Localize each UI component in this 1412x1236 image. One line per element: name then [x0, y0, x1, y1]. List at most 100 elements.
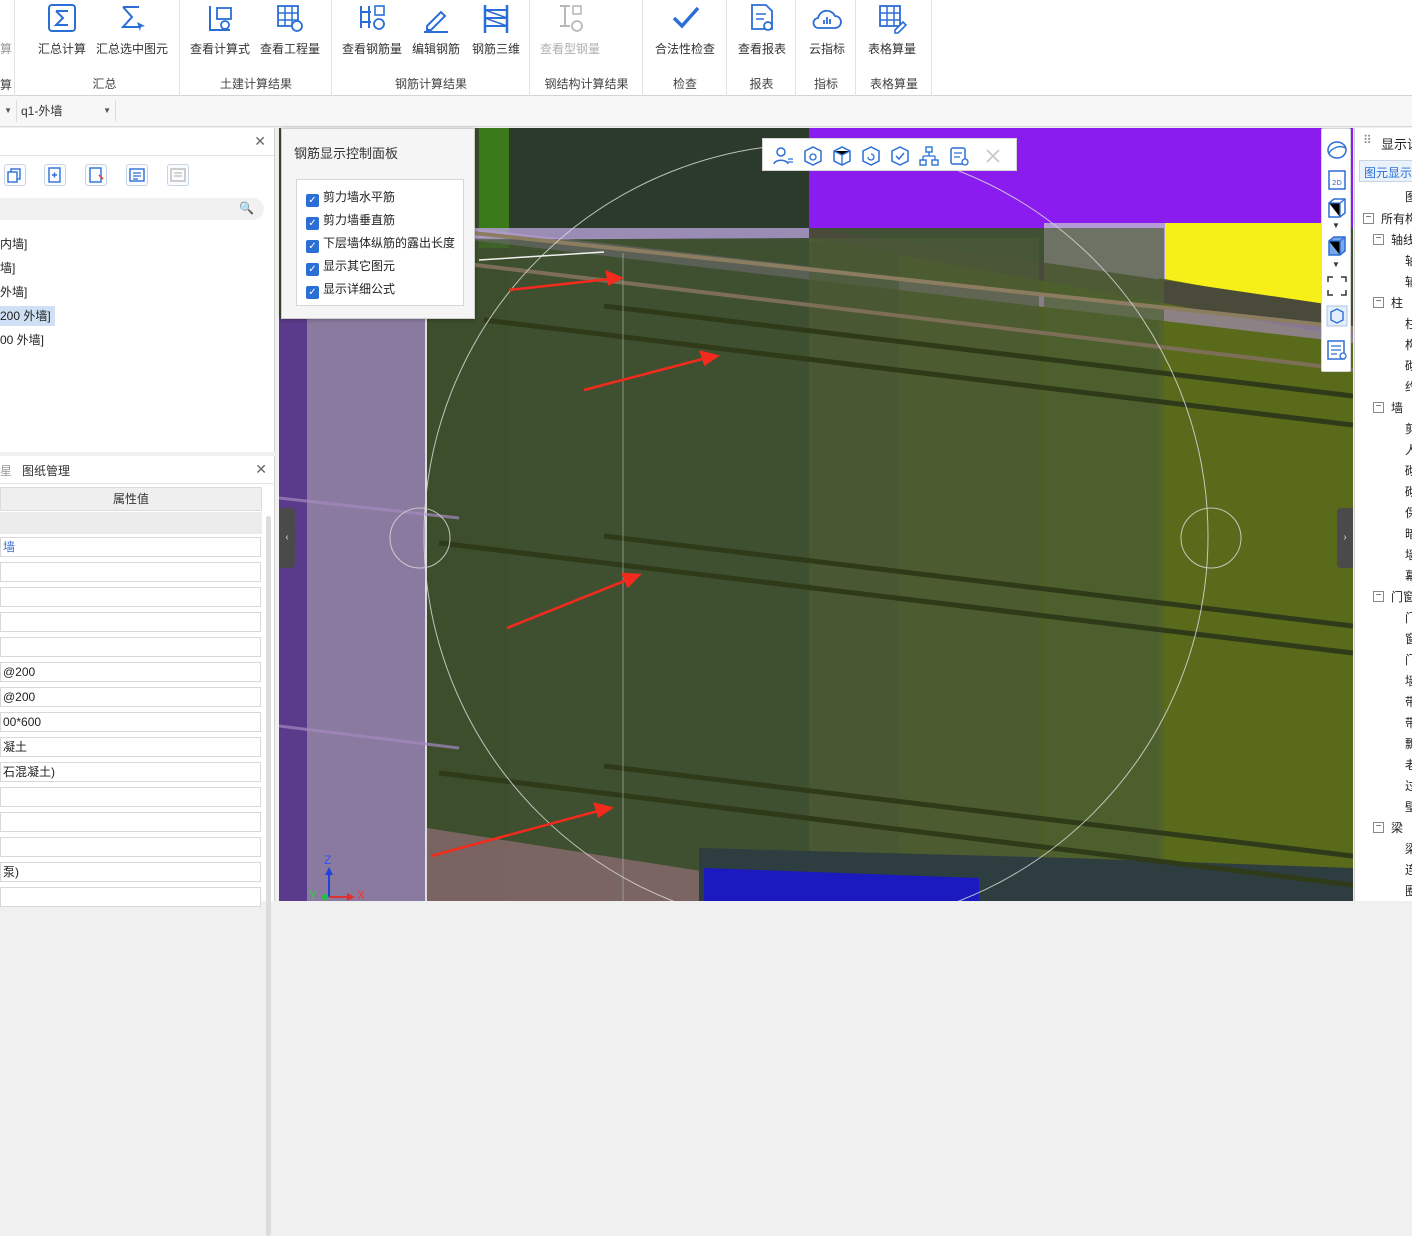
- chevron-down-icon[interactable]: ▼: [1332, 260, 1340, 269]
- display-tree-item[interactable]: 过: [1405, 777, 1412, 794]
- 3d-box-icon[interactable]: [1325, 197, 1349, 219]
- new-component-icon[interactable]: [44, 164, 66, 186]
- display-tree-item[interactable]: 梁: [1391, 819, 1403, 836]
- cloud-index-button[interactable]: 云指标: [799, 2, 855, 64]
- property-value-cell[interactable]: 石混凝土): [0, 762, 261, 782]
- collapse-toggle-icon[interactable]: −: [1373, 822, 1384, 833]
- tab-drawing-management[interactable]: 图纸管理: [22, 462, 70, 479]
- option-show-other-elements[interactable]: ✓ 显示其它图元: [306, 257, 395, 276]
- display-tree-item[interactable]: 墙: [1391, 399, 1403, 416]
- display-tree-item[interactable]: 人: [1405, 441, 1412, 458]
- display-tree-item[interactable]: 带: [1405, 714, 1412, 731]
- collapse-toggle-icon[interactable]: −: [1373, 402, 1384, 413]
- display-tree-item[interactable]: 带: [1405, 693, 1412, 710]
- drag-handle-icon[interactable]: ⠿: [1363, 133, 1372, 147]
- view-formula-button[interactable]: 查看计算式: [187, 2, 253, 64]
- rebar-3d-button[interactable]: 钢筋三维: [467, 2, 525, 64]
- hierarchy-icon[interactable]: [917, 144, 941, 168]
- cube-icon[interactable]: [830, 144, 854, 168]
- checkbox-checked-icon[interactable]: ✓: [306, 263, 319, 276]
- cube-refresh-icon[interactable]: [859, 144, 883, 168]
- property-value-cell[interactable]: 00*600: [0, 712, 261, 732]
- detail-list-icon[interactable]: [167, 164, 189, 186]
- close-icon[interactable]: ✕: [255, 461, 267, 478]
- display-tree-item[interactable]: 柱: [1405, 315, 1412, 332]
- component-settings-icon[interactable]: [85, 164, 107, 186]
- view-report-button[interactable]: 查看报表: [732, 2, 792, 64]
- display-tree-item[interactable]: 砌: [1405, 462, 1412, 479]
- edit-rebar-button[interactable]: 编辑钢筋: [407, 2, 465, 64]
- view-steel-quantity-button[interactable]: 查看型钢量: [537, 2, 603, 64]
- legality-check-button[interactable]: 合法性检查: [650, 2, 720, 64]
- cube-rotate-icon[interactable]: [801, 144, 825, 168]
- tab-properties[interactable]: 星: [0, 462, 12, 479]
- list-view-icon[interactable]: [126, 164, 148, 186]
- display-tree-item[interactable]: 幕: [1405, 567, 1412, 584]
- display-tree-item[interactable]: 墙: [1405, 672, 1412, 689]
- display-tree-item[interactable]: 门: [1405, 609, 1412, 626]
- display-tree-item[interactable]: 老: [1405, 756, 1412, 773]
- display-tree-item[interactable]: 门窗: [1391, 588, 1412, 605]
- checkbox-checked-icon[interactable]: ✓: [306, 217, 319, 230]
- isometric-view-icon[interactable]: [1325, 305, 1349, 327]
- display-tree-item[interactable]: 连: [1405, 861, 1412, 878]
- checkbox-checked-icon[interactable]: ✓: [306, 240, 319, 253]
- display-tree-item[interactable]: 所有构: [1381, 210, 1412, 227]
- display-tree-item[interactable]: 构: [1405, 336, 1412, 353]
- right-collapse-handle[interactable]: ›: [1337, 508, 1353, 568]
- tree-item-component[interactable]: 墙]: [0, 258, 15, 278]
- display-tree-item[interactable]: 壁: [1405, 798, 1412, 815]
- display-tree-item[interactable]: 梁: [1405, 840, 1412, 857]
- orbit-icon[interactable]: [1325, 139, 1349, 161]
- list-settings-icon[interactable]: [947, 144, 971, 168]
- display-tree-item[interactable]: 剪: [1405, 420, 1412, 437]
- property-value-cell[interactable]: [0, 562, 261, 582]
- display-tree-item[interactable]: 砌: [1405, 483, 1412, 500]
- display-tree-item[interactable]: 砌: [1405, 357, 1412, 374]
- display-tree-item[interactable]: 门: [1405, 651, 1412, 668]
- display-tree-item[interactable]: 墙: [1405, 546, 1412, 563]
- option-show-detailed-formula[interactable]: ✓ 显示详细公式: [306, 280, 395, 299]
- property-value-cell[interactable]: 墙: [0, 537, 261, 557]
- checkbox-checked-icon[interactable]: ✓: [306, 194, 319, 207]
- property-value-cell[interactable]: @200: [0, 662, 261, 682]
- display-tree-item[interactable]: 柱: [1391, 294, 1403, 311]
- collapse-toggle-icon[interactable]: −: [1373, 591, 1384, 602]
- display-tree-item[interactable]: 轴: [1405, 252, 1412, 269]
- property-value-cell[interactable]: [0, 637, 261, 657]
- checkbox-checked-icon[interactable]: ✓: [306, 286, 319, 299]
- collapse-toggle-icon[interactable]: −: [1373, 297, 1384, 308]
- close-icon[interactable]: ✕: [254, 133, 266, 150]
- option-wall-vertical-bar[interactable]: ✓ 剪力墙垂直筋: [306, 211, 395, 230]
- display-tree-item[interactable]: 轴线: [1391, 231, 1412, 248]
- option-lower-wall-exposed-length[interactable]: ✓ 下层墙体纵筋的露出长度: [306, 234, 455, 253]
- chevron-down-icon[interactable]: ▼: [1332, 221, 1340, 230]
- left-collapse-handle[interactable]: ‹: [279, 508, 295, 568]
- component-dropdown[interactable]: q1-外墙 ▼: [16, 100, 116, 122]
- display-tree-item[interactable]: 窗: [1405, 630, 1412, 647]
- copy-icon[interactable]: [4, 164, 26, 186]
- tree-item-component[interactable]: 00 外墙]: [0, 330, 44, 350]
- view-quantity-button[interactable]: 查看工程量: [257, 2, 323, 64]
- cube-check-icon[interactable]: [888, 144, 912, 168]
- display-tree-item[interactable]: 约: [1405, 378, 1412, 395]
- user-switch-icon[interactable]: [771, 144, 795, 168]
- property-value-cell[interactable]: [0, 612, 261, 632]
- collapse-toggle-icon[interactable]: −: [1373, 234, 1384, 245]
- display-tree-item[interactable]: 飘: [1405, 735, 1412, 752]
- display-tree-item[interactable]: 圈: [1405, 882, 1412, 899]
- property-value-cell[interactable]: [0, 887, 261, 907]
- option-wall-horizontal-bar[interactable]: ✓ 剪力墙水平筋: [306, 188, 395, 207]
- solid-box-icon[interactable]: [1325, 235, 1349, 257]
- element-display-tab[interactable]: 图元显示: [1359, 160, 1412, 182]
- tree-item-component-selected[interactable]: 200 外墙]: [0, 306, 55, 326]
- display-tree-item[interactable]: 辅: [1405, 273, 1412, 290]
- tree-item-component[interactable]: 外墙]: [0, 282, 27, 302]
- summary-selected-button[interactable]: 汇总选中图元: [94, 2, 170, 64]
- collapse-toggle-icon[interactable]: −: [1363, 213, 1374, 224]
- property-value-cell[interactable]: 泵): [0, 862, 261, 882]
- component-search-input[interactable]: 🔍: [0, 198, 264, 220]
- view-rebar-quantity-button[interactable]: 查看钢筋量: [339, 2, 405, 64]
- 2d-view-icon[interactable]: 2D: [1325, 169, 1349, 191]
- property-value-cell[interactable]: 凝土: [0, 737, 261, 757]
